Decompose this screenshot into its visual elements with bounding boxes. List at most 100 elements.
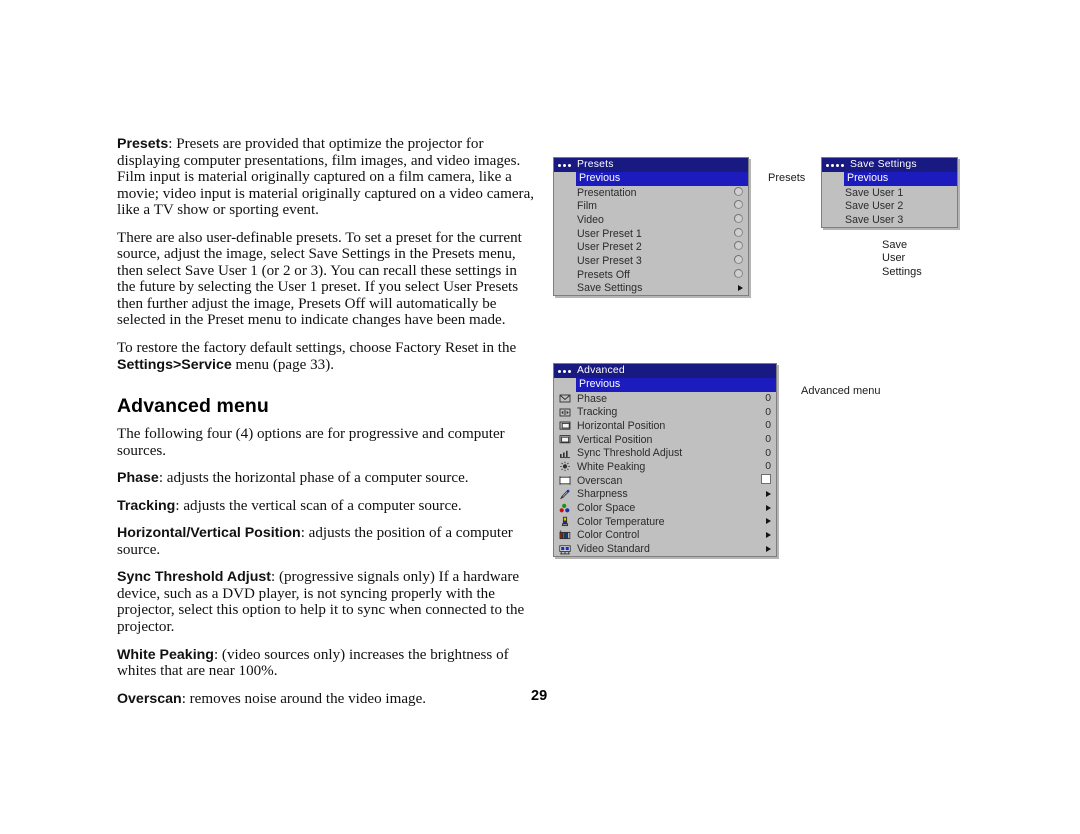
sharpness-icon — [559, 489, 571, 500]
term-white-peaking: White Peaking — [117, 646, 214, 663]
paragraph-presets-text: : Presets are provided that optimize the… — [117, 136, 535, 219]
radio-button[interactable] — [734, 227, 743, 237]
menu-item-tracking[interactable]: Tracking 0 — [554, 405, 776, 419]
menu-item-color-space[interactable]: Color Space — [554, 501, 776, 515]
row-control[interactable] — [731, 227, 743, 240]
menu-item-save-user-2[interactable]: Save User 2 — [822, 199, 957, 213]
row-control[interactable] — [759, 503, 771, 514]
menu-item-label: User Preset 1 — [577, 227, 642, 240]
menu-item-presets-off[interactable]: Presets Off — [554, 268, 748, 282]
save-settings-osd-menu[interactable]: Save Settings Previous Save User 1 Save Us… — [821, 157, 958, 228]
radio-button[interactable] — [734, 200, 743, 210]
row-value: 0 — [765, 447, 771, 459]
radio-button[interactable] — [734, 254, 743, 264]
menu-item-icon-cell — [554, 475, 576, 486]
row-value: 0 — [765, 420, 771, 432]
menu-item-previous[interactable]: Previous — [822, 172, 957, 186]
caption-presets: Presets — [768, 172, 806, 184]
menu-item-label: Horizontal Position — [577, 419, 666, 432]
radio-button[interactable] — [734, 241, 743, 251]
save-settings-menu-title: Save Settings — [850, 159, 917, 170]
menu-item-color-control[interactable]: Color Control — [554, 529, 776, 543]
row-value: 0 — [765, 406, 771, 418]
menu-item-phase[interactable]: Phase 0 — [554, 392, 776, 406]
menu-item-label: Video — [577, 213, 604, 226]
menu-item-sharpness[interactable]: Sharpness — [554, 488, 776, 502]
row-control[interactable] — [759, 474, 771, 487]
row-control[interactable] — [731, 268, 743, 281]
submenu-arrow-icon[interactable] — [766, 518, 771, 525]
menu-item-horizontal-position[interactable]: Horizontal Position 0 — [554, 419, 776, 433]
v-position-icon — [559, 434, 571, 445]
menu-item-icon-cell — [554, 544, 576, 555]
menu-item-overscan[interactable]: Overscan — [554, 474, 776, 488]
term-phase: Phase — [117, 470, 159, 487]
row-control[interactable] — [731, 213, 743, 226]
menu-item-previous[interactable]: Previous — [554, 172, 748, 186]
menu-item-label: Film — [577, 200, 598, 213]
row-control[interactable] — [759, 530, 771, 541]
menu-item-label: Sync Threshold Adjust — [577, 447, 683, 460]
page-number: 29 — [531, 688, 548, 704]
caption-advanced-menu: Advanced menu — [801, 385, 881, 397]
submenu-arrow-icon[interactable] — [766, 504, 771, 511]
menu-item-sync-threshold-adjust[interactable]: Sync Threshold Adjust 0 — [554, 446, 776, 460]
menu-item-icon-cell — [554, 393, 576, 404]
row-control[interactable] — [759, 516, 771, 527]
menu-item-video-standard[interactable]: Video Standard — [554, 542, 776, 556]
menu-item-presentation[interactable]: Presentation — [554, 186, 748, 200]
submenu-arrow-icon[interactable] — [738, 284, 743, 291]
submenu-arrow-icon[interactable] — [766, 490, 771, 497]
advanced-osd-menu[interactable]: Advanced Previous Phase 0 Tracking 0 Horizont… — [553, 363, 777, 557]
menu-item-icon-cell — [554, 503, 576, 514]
menu-item-video[interactable]: Video — [554, 213, 748, 227]
row-control[interactable] — [731, 200, 743, 212]
menu-item-label: Color Space — [577, 502, 636, 515]
save-settings-menu-items: Previous Save User 1 Save User 2 Save User … — [822, 172, 957, 227]
paragraph-phase: Phase: adjusts the horizontal phase of a… — [117, 470, 535, 487]
menu-item-user-preset-3[interactable]: User Preset 3 — [554, 254, 748, 268]
row-control[interactable] — [731, 186, 743, 199]
menu-item-previous[interactable]: Previous — [554, 378, 776, 392]
caption-save-user-settings: Save User Settings — [882, 239, 922, 278]
menu-item-label: Presentation — [577, 186, 637, 199]
manual-text-column: Presets: Presets are provided that optim… — [117, 136, 535, 718]
radio-button[interactable] — [734, 268, 743, 278]
radio-button[interactable] — [734, 186, 743, 196]
row-control[interactable] — [759, 544, 771, 555]
radio-button[interactable] — [734, 213, 743, 223]
menu-item-save-user-1[interactable]: Save User 1 — [822, 186, 957, 200]
term-settings-service: Settings>Service — [117, 356, 232, 373]
paragraph-overscan-text: : removes noise around the video image. — [181, 690, 427, 707]
menu-item-label: Phase — [577, 392, 608, 405]
paragraph-white-peaking: White Peaking: (video sources only) incr… — [117, 647, 535, 680]
checkbox[interactable] — [761, 474, 771, 485]
menu-item-save-user-3[interactable]: Save User 3 — [822, 213, 957, 227]
menu-item-label: Previous — [576, 172, 748, 186]
menu-item-icon-cell — [554, 448, 576, 459]
menu-item-icon-cell — [554, 516, 576, 527]
menu-item-label: Tracking — [577, 406, 618, 419]
submenu-arrow-icon[interactable] — [766, 545, 771, 552]
row-control[interactable] — [731, 254, 743, 267]
submenu-arrow-icon[interactable] — [766, 531, 771, 538]
menu-item-user-preset-2[interactable]: User Preset 2 — [554, 240, 748, 254]
row-value: 0 — [765, 434, 771, 446]
row-control[interactable] — [759, 489, 771, 500]
menu-item-save-settings[interactable]: Save Settings — [554, 282, 748, 296]
white-peaking-icon — [559, 461, 571, 472]
row-control[interactable] — [731, 241, 743, 253]
menu-item-vertical-position[interactable]: Vertical Position 0 — [554, 433, 776, 447]
menu-item-label: Color Temperature — [577, 515, 665, 528]
menu-item-film[interactable]: Film — [554, 199, 748, 213]
menu-item-label: User Preset 2 — [577, 241, 642, 254]
presets-osd-menu[interactable]: Presets Previous Presentation Film Video Use… — [553, 157, 749, 297]
advanced-menu-title: Advanced — [577, 365, 625, 376]
menu-item-color-temperature[interactable]: Color Temperature — [554, 515, 776, 529]
sync-icon — [559, 448, 571, 459]
menu-item-user-preset-1[interactable]: User Preset 1 — [554, 227, 748, 241]
row-control[interactable] — [731, 283, 743, 294]
menu-item-white-peaking[interactable]: White Peaking 0 — [554, 460, 776, 474]
menu-item-label: Presets Off — [577, 268, 630, 281]
